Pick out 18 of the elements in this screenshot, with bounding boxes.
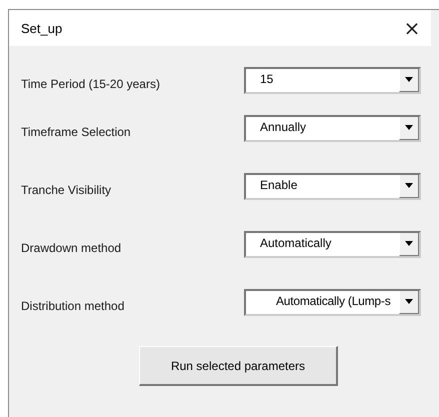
- dropdown-field[interactable]: Enable: [244, 172, 421, 200]
- dropdown-field[interactable]: Automatically (Lump-s: [244, 288, 421, 316]
- field-label: Distribution method: [21, 299, 124, 313]
- field-label: Timeframe Selection: [21, 125, 131, 139]
- dropdown-field[interactable]: 15: [244, 66, 421, 94]
- window-title: Set_up: [21, 20, 62, 36]
- dropdown-arrow-icon[interactable]: [405, 241, 413, 246]
- dropdown-field[interactable]: Automatically: [244, 230, 421, 258]
- dropdown-field[interactable]: Annually: [244, 114, 421, 142]
- dropdown-arrow-icon[interactable]: [405, 77, 413, 82]
- field-label: Tranche Visibility: [21, 183, 112, 197]
- dropdown-arrow-icon[interactable]: [405, 125, 413, 130]
- run-button[interactable]: Run selected parameters: [139, 346, 338, 386]
- field-label: Drawdown method: [21, 241, 122, 255]
- dropdown-arrow-icon[interactable]: [405, 183, 413, 188]
- field-label: Time Period (15-20 years): [21, 77, 160, 91]
- dropdown-arrow-icon[interactable]: [405, 299, 413, 304]
- close-button[interactable]: ×: [401, 16, 423, 40]
